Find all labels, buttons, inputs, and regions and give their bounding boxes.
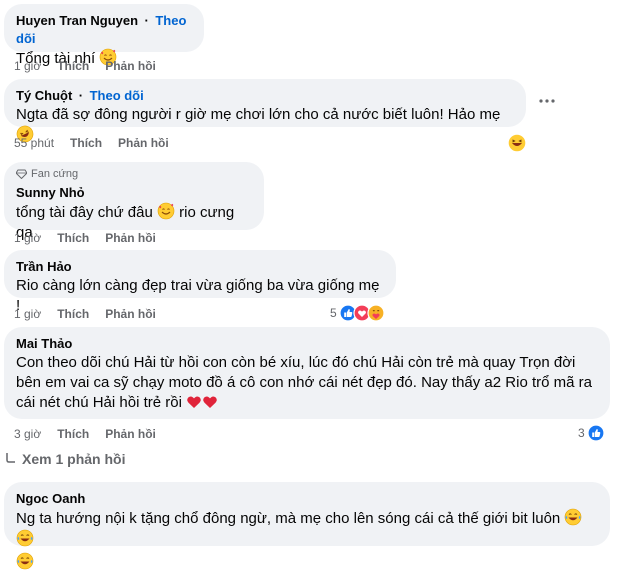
reply-button[interactable]: Phản hồi xyxy=(105,427,156,441)
comment-author[interactable]: Tý Chuột xyxy=(16,88,72,103)
red-heart-icon xyxy=(187,396,201,408)
comment-time[interactable]: 1 giờ xyxy=(14,59,41,73)
tears-of-joy-icon xyxy=(565,508,582,526)
comment-line: cái nét chú Hải hồi trẻ rồi xyxy=(16,394,182,411)
comment-bubble: Tý Chuột · Theo dõi Ngta đã sợ đông ngườ… xyxy=(4,79,526,143)
like-button[interactable]: Thích xyxy=(57,231,89,245)
reply-button[interactable]: Phản hồi xyxy=(105,307,156,321)
like-button[interactable]: Thích xyxy=(57,59,89,73)
comment-text: Ng ta hướng nội k tặng chổ đông ngừ, mà … xyxy=(16,510,561,527)
comment-time[interactable]: 55 phút xyxy=(14,136,54,150)
smiling-face-with-hearts-icon xyxy=(157,202,175,220)
red-heart-icon xyxy=(203,396,217,408)
comment-author[interactable]: Trần Hảo xyxy=(16,259,72,274)
comment-time[interactable]: 3 giờ xyxy=(14,427,41,441)
comment-author[interactable]: Sunny Nhỏ xyxy=(16,185,85,200)
reaction-summary[interactable]: 5 xyxy=(330,304,385,322)
comment-bubble: Ngoc Oanh Ng ta hướng nội k tặng chổ đôn… xyxy=(4,482,610,570)
like-button[interactable]: Thích xyxy=(70,136,102,150)
care-reaction-icon xyxy=(367,304,385,322)
laughing-reaction-icon[interactable] xyxy=(507,133,527,153)
more-options-icon[interactable] xyxy=(538,98,556,104)
comment-line: bên em vai ca sỹ chạy moto đồ á cô con n… xyxy=(16,374,592,391)
fan-badge: Fan cứng xyxy=(16,168,252,180)
diamond-icon xyxy=(16,169,27,179)
comment-actions: 1 giờ Thích Phản hồi xyxy=(14,59,156,73)
view-replies-label: Xem 1 phản hồi xyxy=(22,451,126,467)
tears-of-joy-icon xyxy=(16,552,34,570)
comment-time[interactable]: 1 giờ xyxy=(14,307,41,321)
badge-label: Fan cứng xyxy=(31,168,79,180)
comment-actions: 3 giờ Thích Phản hồi xyxy=(14,427,156,441)
tears-of-joy-icon xyxy=(16,529,34,547)
comment-actions: 55 phút Thích Phản hồi xyxy=(14,136,169,150)
comment-actions: 1 giờ Thích Phản hồi xyxy=(14,231,156,245)
comment-text: tổng tài đây chứ đâu xyxy=(16,204,153,221)
comment-author[interactable]: Ngoc Oanh xyxy=(16,491,85,506)
reaction-count: 5 xyxy=(330,306,337,320)
reply-button[interactable]: Phản hồi xyxy=(105,59,156,73)
comment-bubble: Fan cứng Sunny Nhỏ tổng tài đây chứ đâu … xyxy=(4,162,264,241)
comment-bubble: Huyen Tran Nguyen · Theo dõi Tổng tài nh… xyxy=(4,4,204,67)
comment-line: Con theo dõi chú Hải từ hồi con còn bé x… xyxy=(16,354,576,371)
view-replies-link[interactable]: Xem 1 phản hồi xyxy=(6,451,125,467)
reply-button[interactable]: Phản hồi xyxy=(105,231,156,245)
reply-button[interactable]: Phản hồi xyxy=(118,136,169,150)
comment-author[interactable]: Mai Thảo xyxy=(16,336,72,351)
like-button[interactable]: Thích xyxy=(57,427,89,441)
comment-actions: 1 giờ Thích Phản hồi xyxy=(14,307,156,321)
follow-link[interactable]: Theo dõi xyxy=(90,88,144,103)
comment-text: Ngta đã sợ đông người r giờ mẹ chơi lớn … xyxy=(16,106,501,123)
reaction-summary[interactable]: 3 xyxy=(578,424,605,442)
comment-bubble: Trần Hảo Rio càng lớn càng đẹp trai vừa … xyxy=(4,250,396,314)
comment-author[interactable]: Huyen Tran Nguyen xyxy=(16,13,138,28)
like-reaction-icon xyxy=(587,424,605,442)
comment-bubble: Mai Thảo Con theo dõi chú Hải từ hồi con… xyxy=(4,327,610,419)
comment-time[interactable]: 1 giờ xyxy=(14,231,41,245)
reply-arrow-icon xyxy=(6,453,15,463)
reaction-count: 3 xyxy=(578,426,585,440)
like-button[interactable]: Thích xyxy=(57,307,89,321)
